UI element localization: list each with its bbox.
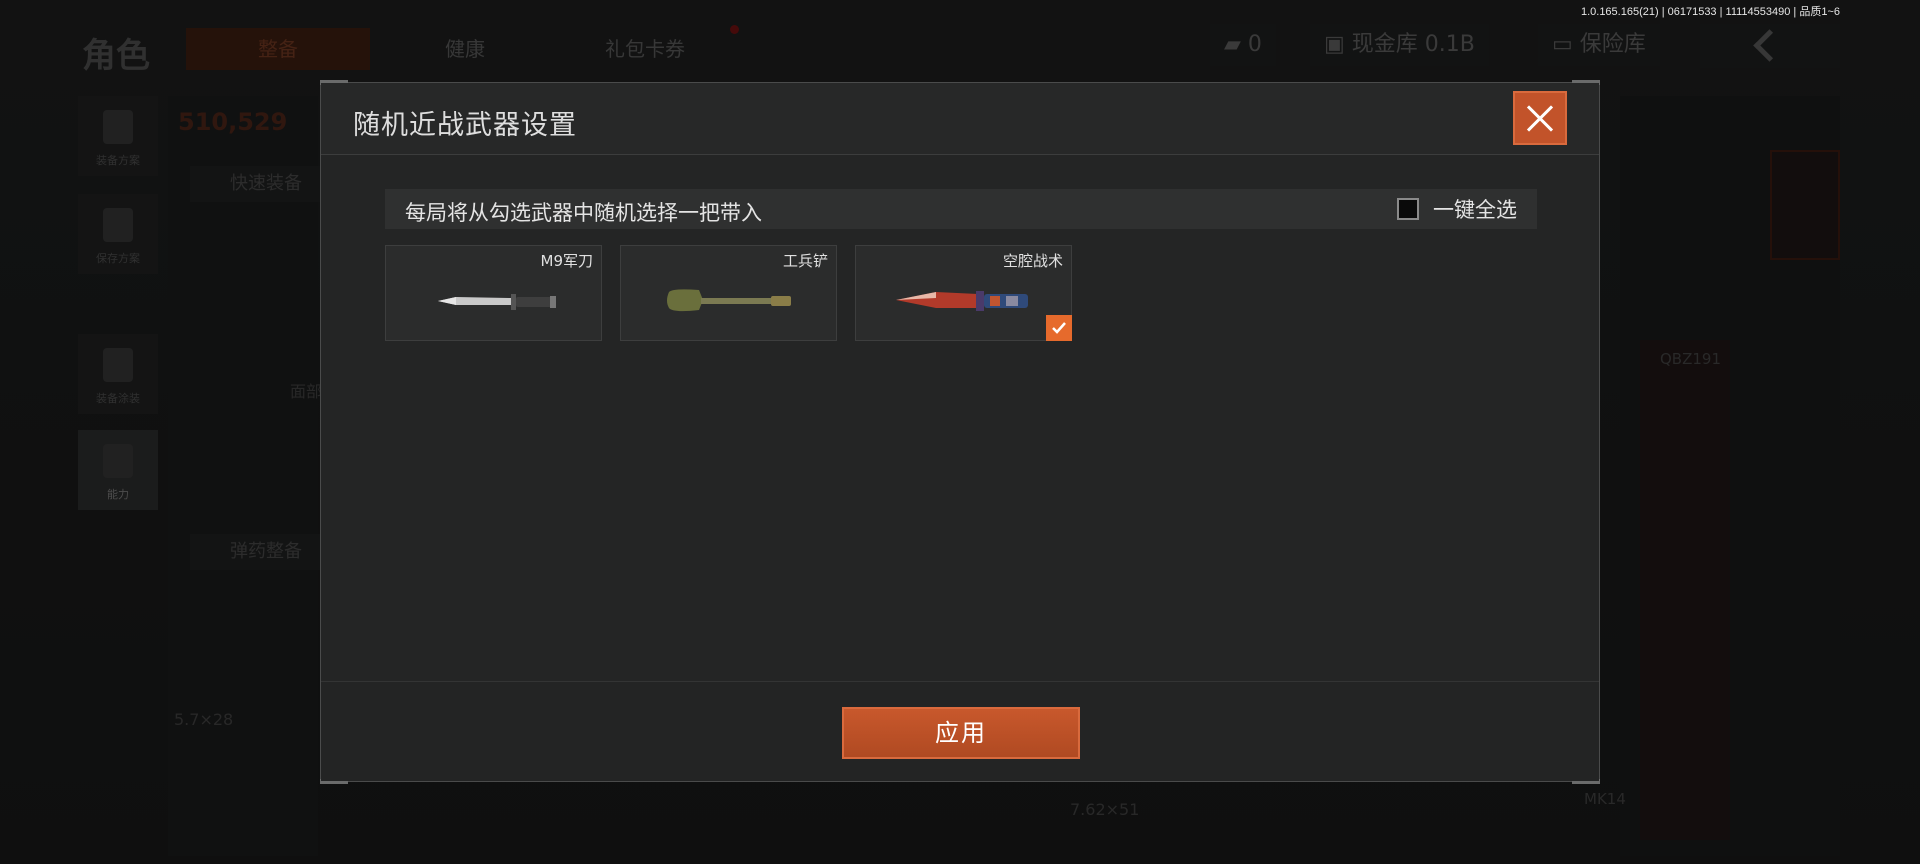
bayonet-icon — [438, 294, 556, 310]
tactical-knife-icon — [896, 291, 1028, 311]
info-text: 每局将从勾选武器中随机选择一把带入 — [405, 201, 762, 225]
version-info: 1.0.165.165(21) | 06171533 | 11114553490… — [1580, 6, 1840, 18]
select-all-label: 一键全选 — [1433, 198, 1517, 222]
weapon-card-m9[interactable]: M9军刀 — [385, 245, 602, 341]
weapon-list: M9军刀 工兵铲 空腔战术 — [385, 245, 1072, 341]
weapon-card-tactical[interactable]: 空腔战术 — [855, 245, 1072, 341]
shovel-icon — [667, 289, 791, 312]
select-all-checkbox[interactable] — [1397, 198, 1419, 220]
weapon-card-shovel[interactable]: 工兵铲 — [620, 245, 837, 341]
apply-button[interactable]: 应用 — [842, 707, 1080, 759]
weapon-name: 空腔战术 — [1002, 252, 1063, 270]
dialog-title: 随机近战武器设置 — [353, 110, 577, 141]
checked-badge[interactable] — [1046, 315, 1072, 341]
check-icon — [1052, 322, 1066, 334]
random-melee-dialog: 随机近战武器设置 每局将从勾选武器中随机选择一把带入 一键全选 M9军刀 工兵铲 — [320, 80, 1600, 784]
dialog-header: 随机近战武器设置 — [321, 83, 1599, 155]
close-button[interactable] — [1513, 91, 1567, 145]
info-bar: 每局将从勾选武器中随机选择一把带入 一键全选 — [385, 189, 1537, 229]
dialog-footer: 应用 — [321, 681, 1599, 781]
weapon-name: 工兵铲 — [782, 252, 828, 270]
select-all-toggle[interactable]: 一键全选 — [1397, 196, 1517, 222]
weapon-name: M9军刀 — [540, 252, 594, 270]
